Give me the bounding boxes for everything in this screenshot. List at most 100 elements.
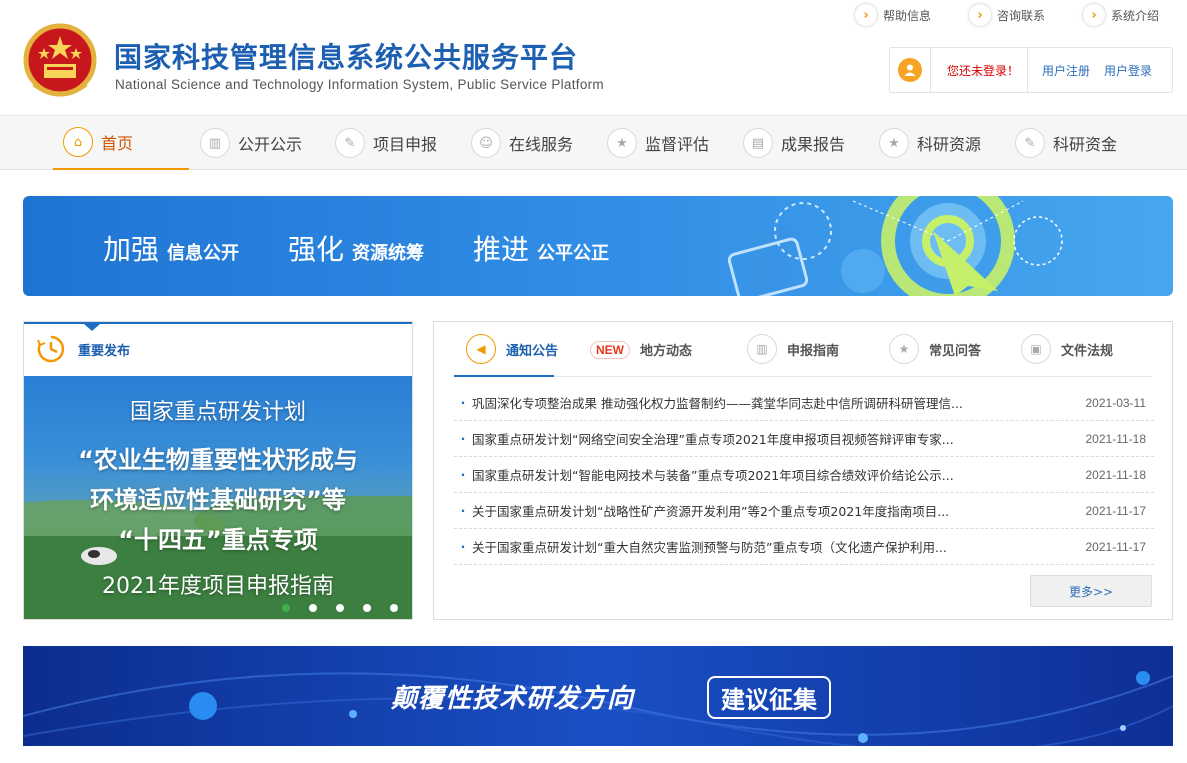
banner-decoration-graphic: [727, 196, 1063, 296]
bullet-icon: ·: [460, 395, 466, 410]
about-link[interactable]: › 系统介绍: [1083, 4, 1181, 26]
disruptive-tech-banner[interactable]: 颠覆性技术研发方向 建议征集: [23, 646, 1173, 746]
divider: [930, 48, 931, 92]
slogan-big: 强化: [288, 233, 345, 266]
tab-divider: [454, 376, 1152, 377]
feature-line: 国家重点研发计划: [129, 400, 306, 425]
carousel-dots: [282, 604, 398, 612]
panel-header: 重要发布: [36, 334, 130, 364]
nav-item-online-service[interactable]: ☺ 在线服务: [471, 116, 573, 170]
news-title: 国家重点研发计划“网络空间安全治理”重点专项2021年度申报项目视频答辩评审专家…: [472, 432, 954, 447]
news-title: 国家重点研发计划“智能电网技术与装备”重点专项2021年项目综合绩效评价结论公示…: [472, 468, 954, 483]
tab-label: 通知公告: [506, 343, 559, 359]
feature-line: “十四五”重点专项: [118, 526, 318, 554]
help-link[interactable]: › 帮助信息: [855, 4, 953, 26]
login-box: 您还未登录！ 用户注册 用户登录: [889, 47, 1173, 93]
contact-link[interactable]: › 咨询联系: [969, 4, 1067, 26]
carousel-dot[interactable]: [309, 604, 317, 612]
carousel-dot[interactable]: [336, 604, 344, 612]
news-date: 2021-11-18: [1085, 467, 1147, 482]
slogan-banner: 加强 信息公开 强化 资源统筹 推进 公平公正: [23, 196, 1173, 296]
nav-item-research-resources[interactable]: ★ 科研资源: [879, 116, 981, 170]
more-button[interactable]: 更多>>: [1030, 575, 1152, 607]
tab-label: 常见问答: [929, 343, 982, 359]
news-title: 关于国家重点研发计划“重大自然灾害监测预警与防范”重点专项（文化遗产保护利用..…: [472, 540, 947, 555]
news-date: 2021-11-18: [1085, 431, 1147, 446]
pencil-icon: ✎: [1015, 128, 1045, 158]
bar-chart-icon: ▥: [200, 128, 230, 158]
help-link-label: 帮助信息: [883, 8, 932, 23]
site-title: 国家科技管理信息系统公共服务平台: [114, 41, 579, 74]
pencil-icon: ✎: [335, 128, 365, 158]
nav-item-supervision[interactable]: ★ 监督评估: [607, 116, 709, 170]
tab-notices[interactable]: ◀ 通知公告: [466, 334, 558, 364]
panel-title: 重要发布: [78, 343, 131, 359]
slogan-big: 加强: [103, 233, 160, 266]
tab-faq[interactable]: ★ 常见问答: [889, 334, 981, 364]
bullet-icon: ·: [460, 431, 466, 446]
nav-item-public-notice[interactable]: ▥ 公开公示: [200, 116, 302, 170]
banner-title: 颠覆性技术研发方向: [391, 684, 635, 714]
star-icon: ★: [879, 128, 909, 158]
banner-tag: 建议征集: [707, 676, 831, 719]
tab-application-guide[interactable]: ▥ 申报指南: [747, 334, 839, 364]
presentation-icon: ▤: [743, 128, 773, 158]
tab-label: 地方动态: [640, 344, 693, 359]
slogan-1: 加强 信息公开: [103, 228, 239, 268]
bullet-icon: ·: [460, 467, 466, 482]
chevron-right-icon: ›: [855, 4, 877, 26]
news-item[interactable]: · 关于国家重点研发计划“重大自然灾害监测预警与防范”重点专项（文化遗产保护利用…: [454, 529, 1154, 565]
carousel-dot[interactable]: [282, 604, 290, 612]
chevron-right-icon: ›: [969, 4, 991, 26]
login-link[interactable]: 用户登录: [1104, 62, 1152, 79]
feature-line: 环境适应性基础研究”等: [90, 486, 346, 514]
news-item[interactable]: · 关于国家重点研发计划“战略性矿产资源开发利用”等2个重点专项2021年度指南…: [454, 493, 1154, 529]
slogan-big: 推进: [473, 233, 530, 266]
user-icon: ☺: [471, 128, 501, 158]
nav-item-research-funding[interactable]: ✎ 科研资金: [1015, 116, 1117, 170]
feature-line: 2021年度项目申报指南: [102, 574, 334, 599]
nav-item-label: 监督评估: [645, 135, 710, 154]
user-avatar-icon: [898, 58, 922, 82]
bullet-icon: ·: [460, 539, 466, 554]
news-date: 2021-03-11: [1085, 395, 1147, 410]
nav-item-home[interactable]: ⌂ 首页: [53, 116, 189, 170]
new-badge: NEW: [590, 340, 630, 359]
briefcase-icon: ▣: [1021, 334, 1051, 364]
site-subtitle: National Science and Technology Informat…: [115, 77, 604, 92]
panel-accent-bar: [24, 322, 412, 324]
nav-item-label: 科研资源: [917, 135, 982, 154]
tab-label: 申报指南: [787, 343, 840, 359]
active-tab-indicator: [454, 375, 554, 377]
news-title: 巩固深化专项整治成果 推动强化权力监督制约——龚堂华同志赴中信所调研科研管理信.…: [472, 396, 963, 411]
nav-item-label: 科研资金: [1053, 135, 1118, 154]
star-icon: ★: [607, 128, 637, 158]
slogan-small: 信息公开: [167, 243, 240, 264]
feature-slide[interactable]: 国家重点研发计划 “农业生物重要性状形成与 环境适应性基础研究”等 “十四五”重…: [24, 376, 412, 619]
divider: [1027, 48, 1029, 92]
news-item[interactable]: · 巩固深化专项整治成果 推动强化权力监督制约——龚堂华同志赴中信所调研科研管理…: [454, 385, 1154, 421]
carousel-dot[interactable]: [390, 604, 398, 612]
news-item[interactable]: · 国家重点研发计划“智能电网技术与装备”重点专项2021年项目综合绩效评价结论…: [454, 457, 1154, 493]
news-date: 2021-11-17: [1085, 503, 1147, 518]
nav-item-achievement-report[interactable]: ▤ 成果报告: [743, 116, 845, 170]
important-release-panel: 重要发布 国家重点研发计划 “农业生物重要性状形成与 环境适应性基础研究”等 “…: [23, 321, 413, 620]
carousel-dot[interactable]: [363, 604, 371, 612]
news-date: 2021-11-17: [1085, 539, 1147, 554]
national-emblem-logo[interactable]: [22, 22, 98, 102]
slogan-2: 强化 资源统筹: [288, 228, 424, 268]
main-nav: ⌂ 首页 ▥ 公开公示 ✎ 项目申报 ☺ 在线服务 ★ 监督评估 ▤ 成果报告 …: [0, 115, 1187, 170]
speaker-icon: ◀: [466, 334, 496, 364]
tab-local-news[interactable]: NEW 地方动态: [590, 340, 692, 359]
chevron-right-icon: ›: [1083, 4, 1105, 26]
nav-item-label: 项目申报: [373, 135, 438, 154]
news-item[interactable]: · 国家重点研发计划“网络空间安全治理”重点专项2021年度申报项目视频答辩评审…: [454, 421, 1154, 457]
clock-icon: [37, 335, 65, 363]
tab-label: 文件法规: [1061, 343, 1114, 359]
nav-item-project-application[interactable]: ✎ 项目申报: [335, 116, 437, 170]
register-link[interactable]: 用户注册: [1042, 62, 1090, 79]
tab-regulations[interactable]: ▣ 文件法规: [1021, 334, 1113, 364]
nav-item-label: 在线服务: [509, 135, 574, 154]
news-list: · 巩固深化专项整治成果 推动强化权力监督制约——龚堂华同志赴中信所调研科研管理…: [454, 385, 1154, 565]
slogan-3: 推进 公平公正: [473, 228, 609, 268]
